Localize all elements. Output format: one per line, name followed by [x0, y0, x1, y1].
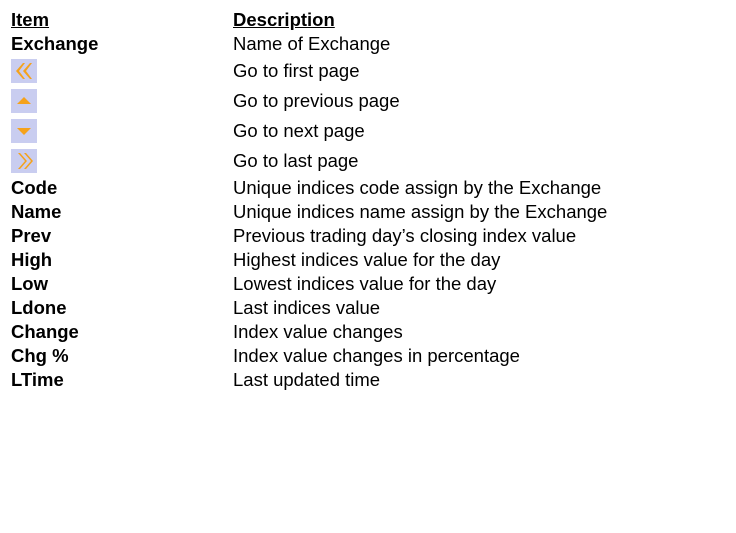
last-page-icon — [11, 149, 37, 173]
item-description: Name of Exchange — [233, 33, 391, 54]
item-description: Unique indices name assign by the Exchan… — [233, 201, 608, 222]
item-description: Go to first page — [233, 60, 360, 81]
item-description: Go to previous page — [233, 90, 400, 111]
item-name: High — [11, 249, 53, 270]
item-name: Ldone — [11, 297, 67, 318]
item-description: Previous trading day’s closing index val… — [233, 225, 577, 246]
legend-row-code: Code Unique indices code assign by the E… — [11, 176, 731, 200]
item-name: Exchange — [11, 33, 99, 54]
item-name: Prev — [11, 225, 52, 246]
legend-row-high: High Highest indices value for the day — [11, 248, 731, 272]
legend-row-change: Change Index value changes — [11, 320, 731, 344]
legend-row-next-page: Go to next page — [11, 116, 731, 146]
first-page-icon — [11, 59, 37, 83]
item-description: Go to next page — [233, 120, 365, 141]
item-name: Chg % — [11, 345, 69, 366]
item-icon-cell — [11, 119, 233, 143]
legend-row-ltime: LTime Last updated time — [11, 368, 731, 392]
legend-row-last-page: Go to last page — [11, 146, 731, 176]
item-description: Index value changes in percentage — [233, 345, 520, 366]
item-description: Unique indices code assign by the Exchan… — [233, 177, 602, 198]
legend-row-low: Low Lowest indices value for the day — [11, 272, 731, 296]
legend-row-previous-page: Go to previous page — [11, 86, 731, 116]
legend-table: Item Description Exchange Name of Exchan… — [11, 8, 731, 392]
previous-page-icon — [11, 89, 37, 113]
item-description: Index value changes — [233, 321, 403, 342]
item-description: Go to last page — [233, 150, 359, 171]
item-icon-cell — [11, 89, 233, 113]
next-page-icon — [11, 119, 37, 143]
item-column-header: Item — [11, 9, 50, 30]
item-name: LTime — [11, 369, 64, 390]
item-icon-cell — [11, 59, 233, 83]
item-description: Last updated time — [233, 369, 381, 390]
legend-row-exchange: Exchange Name of Exchange — [11, 32, 731, 56]
legend-row-prev: Prev Previous trading day’s closing inde… — [11, 224, 731, 248]
item-name: Name — [11, 201, 62, 222]
legend-row-chg-percent: Chg % Index value changes in percentage — [11, 344, 731, 368]
item-name: Code — [11, 177, 58, 198]
item-name: Low — [11, 273, 48, 294]
item-description: Lowest indices value for the day — [233, 273, 497, 294]
legend-row-ldone: Ldone Last indices value — [11, 296, 731, 320]
item-icon-cell — [11, 149, 233, 173]
item-description: Last indices value — [233, 297, 381, 318]
legend-row-name: Name Unique indices name assign by the E… — [11, 200, 731, 224]
legend-header: Item Description — [11, 8, 731, 32]
description-column-header: Description — [233, 9, 335, 30]
item-name: Change — [11, 321, 79, 342]
item-description: Highest indices value for the day — [233, 249, 501, 270]
legend-row-first-page: Go to first page — [11, 56, 731, 86]
